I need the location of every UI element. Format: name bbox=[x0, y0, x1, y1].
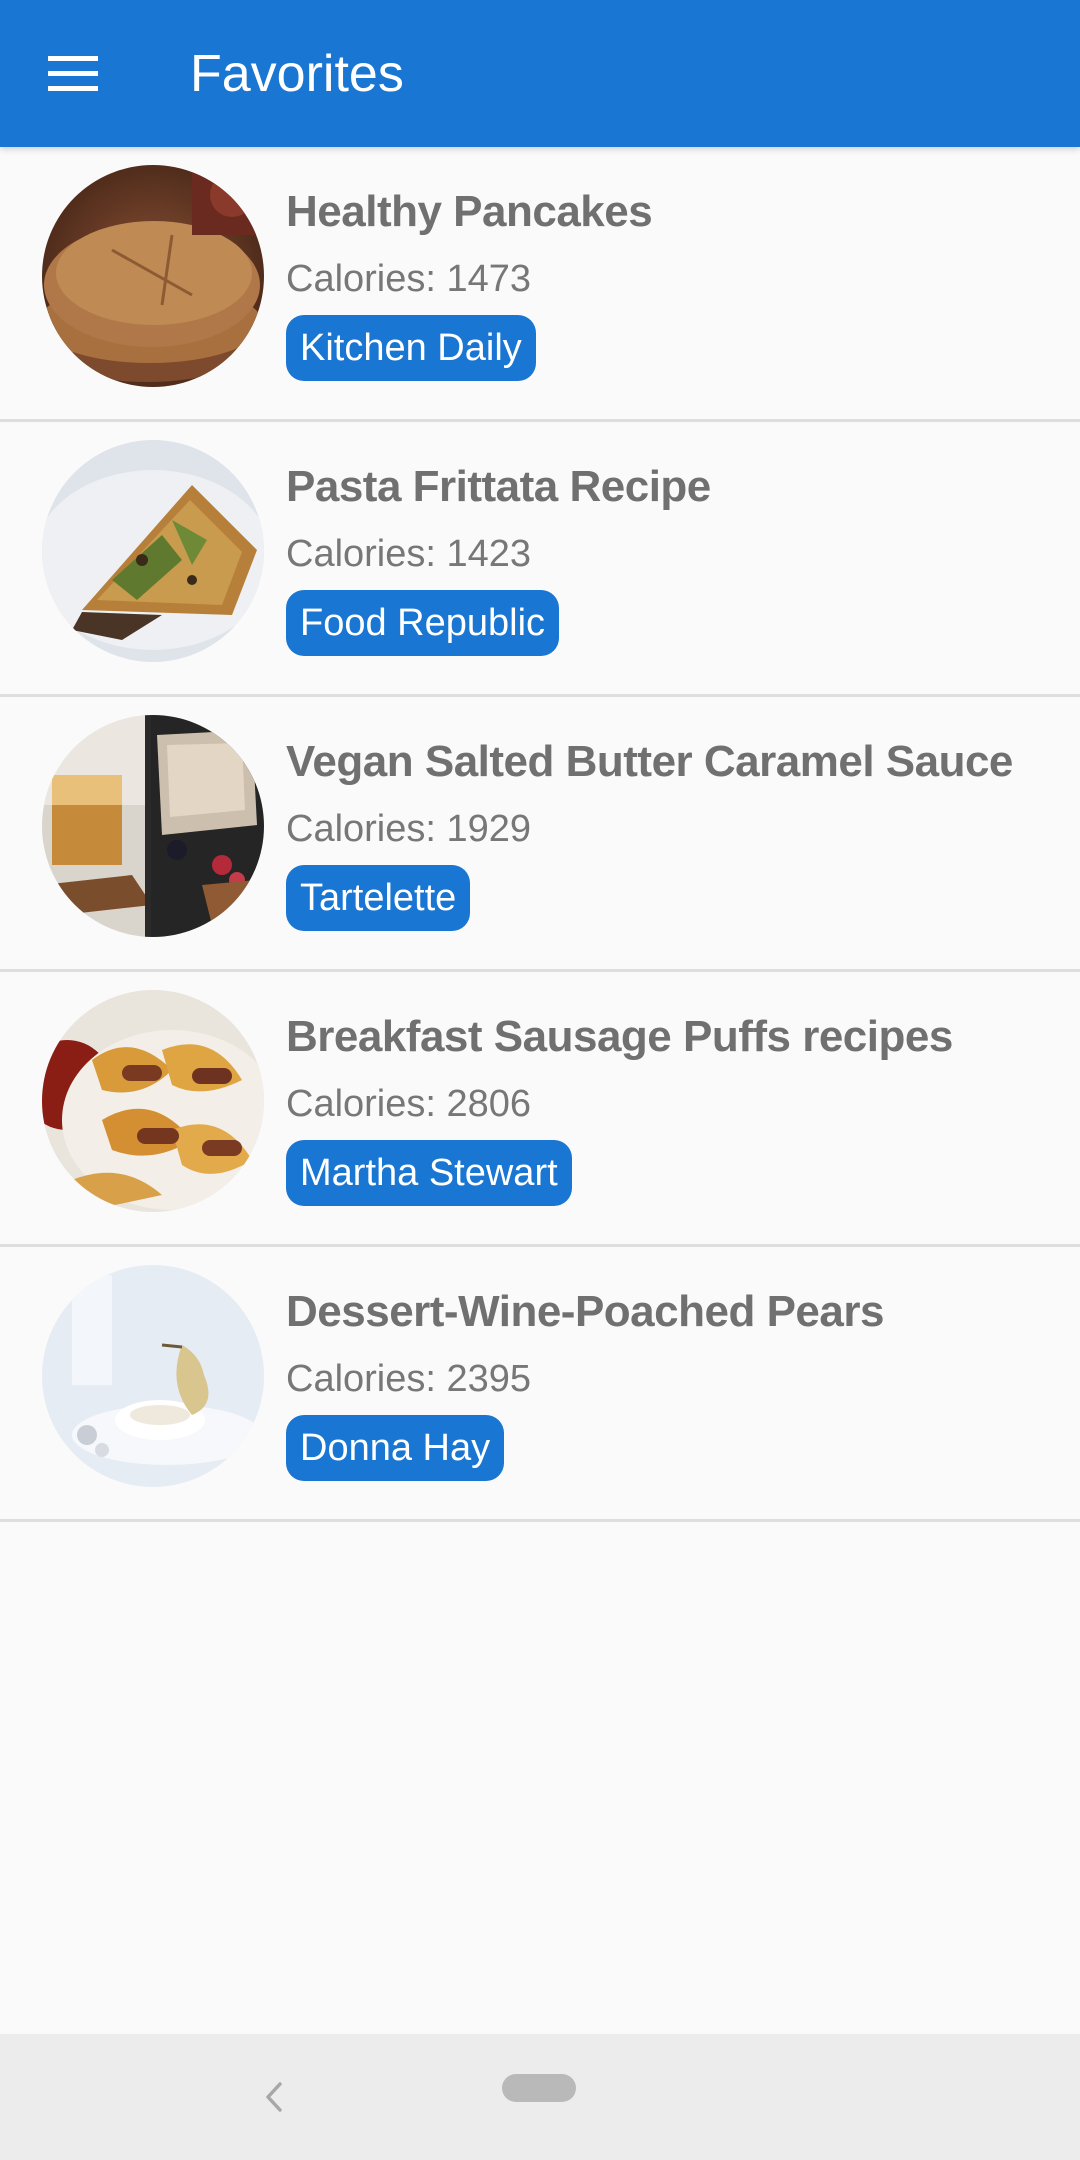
recipe-list-item[interactable]: Vegan Salted Butter Caramel Sauce Calori… bbox=[0, 697, 1080, 972]
recipe-source-badge: Tartelette bbox=[286, 865, 471, 931]
frittata-photo bbox=[42, 440, 264, 662]
recipe-source-badge: Kitchen Daily bbox=[286, 315, 536, 381]
recipe-calories: Calories: 2806 bbox=[286, 1083, 532, 1125]
recipe-source-badge: Donna Hay bbox=[286, 1415, 505, 1481]
hamburger-menu-icon[interactable] bbox=[48, 56, 98, 92]
recipe-title: Breakfast Sausage Puffs recipes bbox=[286, 1012, 953, 1061]
favorites-list: Healthy Pancakes Calories: 1473 Kitchen … bbox=[0, 147, 1080, 1522]
menu-button[interactable] bbox=[28, 34, 118, 114]
home-pill-icon[interactable] bbox=[502, 2074, 576, 2102]
recipe-title: Healthy Pancakes bbox=[286, 187, 653, 236]
back-button[interactable] bbox=[256, 2072, 292, 2122]
pancakes-photo bbox=[42, 165, 264, 387]
recipe-title: Dessert-Wine-Poached Pears bbox=[286, 1287, 884, 1336]
recipe-calories: Calories: 1929 bbox=[286, 808, 532, 850]
recipe-title: Vegan Salted Butter Caramel Sauce bbox=[286, 737, 1013, 786]
recipe-list-item[interactable]: Dessert-Wine-Poached Pears Calories: 239… bbox=[0, 1247, 1080, 1522]
sausage-puffs-photo bbox=[42, 990, 264, 1212]
system-navigation-bar bbox=[0, 2034, 1080, 2160]
recipe-title: Pasta Frittata Recipe bbox=[286, 462, 711, 511]
recipe-calories: Calories: 2395 bbox=[286, 1358, 532, 1400]
recipe-source-badge: Food Republic bbox=[286, 590, 560, 656]
poached-pears-photo bbox=[42, 1265, 264, 1487]
favorites-screen: Favorites Healthy Pancakes Calories: 147… bbox=[0, 0, 1080, 2160]
app-bar: Favorites bbox=[0, 0, 1080, 147]
recipe-calories: Calories: 1423 bbox=[286, 533, 532, 575]
back-chevron-icon[interactable] bbox=[264, 2081, 284, 2113]
recipe-list-item[interactable]: Pasta Frittata Recipe Calories: 1423 Foo… bbox=[0, 422, 1080, 697]
recipe-source-badge: Martha Stewart bbox=[286, 1140, 572, 1206]
recipe-calories: Calories: 1473 bbox=[286, 258, 532, 300]
caramel-sauce-photo bbox=[42, 715, 264, 937]
page-title: Favorites bbox=[190, 45, 404, 103]
recipe-list-item[interactable]: Healthy Pancakes Calories: 1473 Kitchen … bbox=[0, 147, 1080, 422]
recipe-list-item[interactable]: Breakfast Sausage Puffs recipes Calories… bbox=[0, 972, 1080, 1247]
